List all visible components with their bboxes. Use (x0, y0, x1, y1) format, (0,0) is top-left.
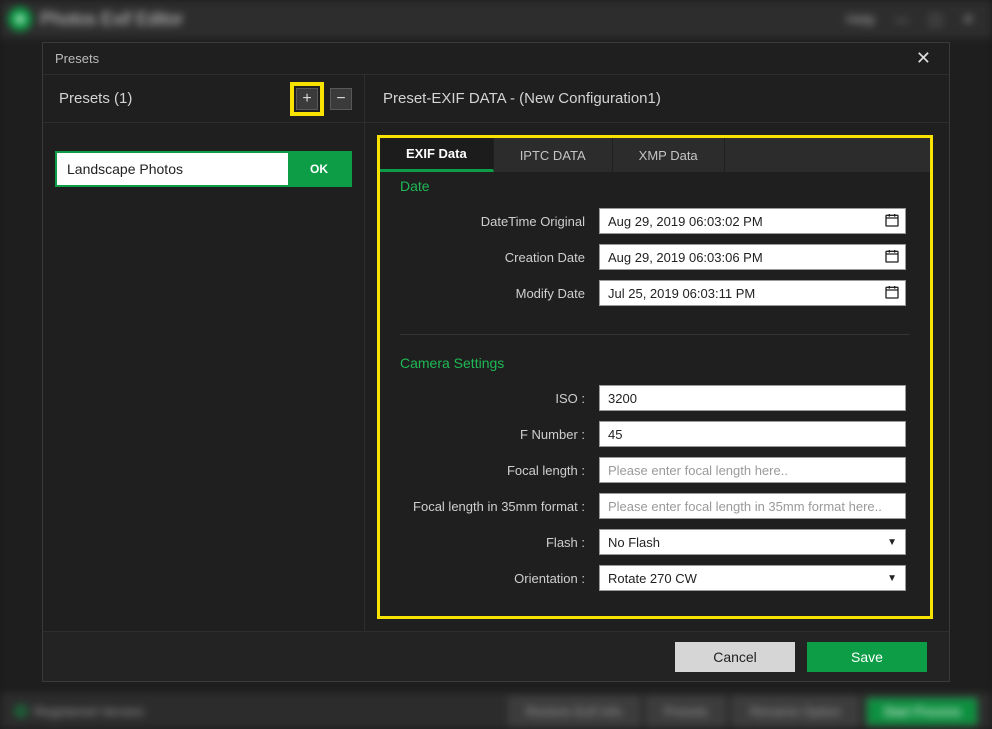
window-controls: Help — ▢ ✕ (846, 11, 992, 28)
registered-label: Registered Version (34, 704, 144, 719)
add-preset-highlight: + (290, 82, 324, 116)
flash-row: Flash : No Flash ▼ (404, 529, 906, 555)
focal-35mm-label: Focal length in 35mm format : (404, 499, 599, 514)
add-preset-button[interactable]: + (296, 88, 318, 110)
cancel-button[interactable]: Cancel (675, 642, 795, 672)
app-titlebar: Photos Exif Editor Help — ▢ ✕ (0, 0, 992, 38)
creation-date-input[interactable] (599, 244, 906, 270)
modify-date-row: Modify Date (404, 280, 906, 306)
focal-35mm-input[interactable] (599, 493, 906, 519)
minimize-icon[interactable]: — (895, 11, 909, 28)
creation-date-row: Creation Date (404, 244, 906, 270)
iso-label: ISO : (404, 391, 599, 406)
exif-form: Date DateTime Original (380, 172, 930, 616)
app-logo-icon (8, 7, 32, 31)
tab-exif[interactable]: EXIF Data (380, 138, 494, 172)
plus-icon: + (302, 90, 311, 108)
preset-form-highlight: EXIF Data IPTC DATA XMP Data Date DateTi… (377, 135, 933, 619)
orientation-select[interactable]: Rotate 270 CW ▼ (599, 565, 906, 591)
presets-count-label: Presets (1) (59, 90, 132, 107)
calendar-icon[interactable] (884, 248, 900, 264)
calendar-icon[interactable] (884, 212, 900, 228)
maximize-icon[interactable]: ▢ (929, 11, 942, 28)
presets-list-header: Presets (1) + − (43, 75, 364, 123)
preset-name-row: OK (55, 151, 352, 187)
focal-length-row: Focal length : (404, 457, 906, 483)
rename-option-button[interactable]: Rename Option (733, 697, 858, 726)
calendar-icon[interactable] (884, 284, 900, 300)
minus-icon: − (336, 90, 345, 108)
chevron-down-icon: ▼ (887, 573, 897, 584)
close-icon[interactable]: ✕ (910, 46, 937, 71)
app-footer: Registered Version Restore Exif Info Pre… (0, 693, 992, 729)
save-button[interactable]: Save (807, 642, 927, 672)
orientation-label: Orientation : (404, 571, 599, 586)
datetime-original-row: DateTime Original (404, 208, 906, 234)
datetime-original-input[interactable] (599, 208, 906, 234)
date-section-header: Date (400, 178, 910, 194)
chevron-down-icon: ▼ (887, 537, 897, 548)
preset-ok-button[interactable]: OK (288, 153, 350, 185)
presets-button[interactable]: Presets (647, 697, 725, 726)
preset-detail-title: Preset-EXIF DATA - (New Configuration1) (383, 90, 661, 107)
orientation-value: Rotate 270 CW (608, 571, 697, 586)
close-window-icon[interactable]: ✕ (962, 11, 974, 28)
modify-date-label: Modify Date (404, 286, 599, 301)
modal-footer: Cancel Save (43, 631, 949, 681)
modal-title: Presets (55, 51, 99, 66)
fnumber-row: F Number : (404, 421, 906, 447)
datetime-original-label: DateTime Original (404, 214, 599, 229)
section-divider (400, 334, 910, 335)
iso-row: ISO : (404, 385, 906, 411)
creation-date-label: Creation Date (404, 250, 599, 265)
flash-value: No Flash (608, 535, 660, 550)
flash-select[interactable]: No Flash ▼ (599, 529, 906, 555)
app-title: Photos Exif Editor (40, 9, 183, 30)
start-process-button[interactable]: Start Process (866, 697, 978, 726)
preset-name-input[interactable] (57, 153, 288, 185)
focal-length-label: Focal length : (404, 463, 599, 478)
modal-header: Presets ✕ (43, 43, 949, 75)
focal-35mm-row: Focal length in 35mm format : (404, 493, 906, 519)
orientation-row: Orientation : Rotate 270 CW ▼ (404, 565, 906, 591)
focal-length-input[interactable] (599, 457, 906, 483)
fnumber-input[interactable] (599, 421, 906, 447)
presets-modal: Presets ✕ Presets (1) + − (42, 42, 950, 682)
iso-input[interactable] (599, 385, 906, 411)
tab-xmp[interactable]: XMP Data (613, 138, 725, 172)
remove-preset-button[interactable]: − (330, 88, 352, 110)
restore-exif-button[interactable]: Restore Exif Info (509, 697, 639, 726)
preset-detail-panel: Preset-EXIF DATA - (New Configuration1) … (365, 75, 949, 631)
help-menu[interactable]: Help (846, 11, 875, 28)
camera-section-header: Camera Settings (400, 355, 910, 371)
flash-label: Flash : (404, 535, 599, 550)
data-tabs: EXIF Data IPTC DATA XMP Data (380, 138, 930, 172)
modify-date-input[interactable] (599, 280, 906, 306)
tab-iptc[interactable]: IPTC DATA (494, 138, 613, 172)
preset-detail-header: Preset-EXIF DATA - (New Configuration1) (365, 75, 949, 123)
fnumber-label: F Number : (404, 427, 599, 442)
presets-list-panel: Presets (1) + − OK (43, 75, 365, 631)
